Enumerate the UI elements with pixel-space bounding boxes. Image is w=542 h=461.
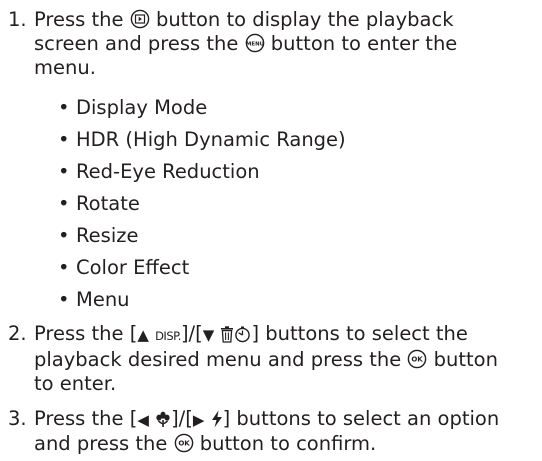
right-flash-key: ▶ — [193, 407, 223, 430]
list-item: • Display Mode — [58, 96, 207, 120]
step-text: Press the [◀ ]/[▶ ] buttons to select an… — [34, 407, 500, 455]
left-macro-key: ◀ — [137, 407, 171, 430]
flash-icon — [211, 410, 223, 428]
trash-icon — [220, 326, 234, 343]
macro-flower-icon — [155, 411, 171, 428]
list-item: • HDR (High Dynamic Range) — [58, 128, 346, 152]
list-item: • Resize — [58, 224, 138, 248]
up-arrow-icon: ▲ — [137, 326, 149, 344]
menu-item-label: Color Effect — [76, 256, 190, 279]
step-number: 3. — [8, 407, 27, 430]
step-text: Press the [▲ DISP.]/[▼ ] buttons to sele… — [34, 322, 498, 395]
ok-button-icon: OK — [174, 433, 194, 453]
ok-button-icon: OK — [407, 349, 427, 369]
list-item: • Menu — [58, 288, 130, 312]
list-item: • Color Effect — [58, 256, 189, 280]
step-text: Press the button to display the playback… — [34, 8, 458, 79]
menu-button-icon: MENU — [245, 33, 265, 53]
left-arrow-icon: ◀ — [137, 411, 149, 429]
step-number: 1. — [8, 8, 27, 31]
menu-item-label: HDR (High Dynamic Range) — [76, 128, 346, 151]
list-item: • Red-Eye Reduction — [58, 160, 260, 184]
bullet: • — [58, 192, 70, 215]
menu-item-label: Red-Eye Reduction — [76, 160, 260, 183]
step-number: 2. — [8, 322, 27, 345]
svg-text:OK: OK — [412, 356, 424, 364]
down-arrow-icon: ▼ — [202, 326, 215, 344]
bullet: • — [58, 160, 70, 183]
bullet: • — [58, 224, 70, 247]
bullet: • — [58, 256, 70, 279]
bullet: • — [58, 128, 70, 151]
list-item: • Rotate — [58, 192, 140, 216]
up-disp-key: ▲ DISP. — [137, 326, 181, 344]
bullet: • — [58, 288, 70, 311]
self-timer-icon — [234, 326, 251, 343]
svg-text:OK: OK — [178, 440, 190, 448]
svg-text:MENU: MENU — [246, 41, 264, 47]
right-arrow-icon: ▶ — [192, 411, 205, 429]
playback-button-icon — [130, 9, 150, 29]
down-trash-key: ▼ — [203, 322, 252, 345]
menu-item-label: Resize — [76, 224, 139, 247]
menu-item-label: Display Mode — [76, 96, 208, 119]
bullet: • — [58, 96, 70, 119]
menu-item-label: Rotate — [76, 192, 140, 215]
menu-item-label: Menu — [76, 288, 130, 311]
